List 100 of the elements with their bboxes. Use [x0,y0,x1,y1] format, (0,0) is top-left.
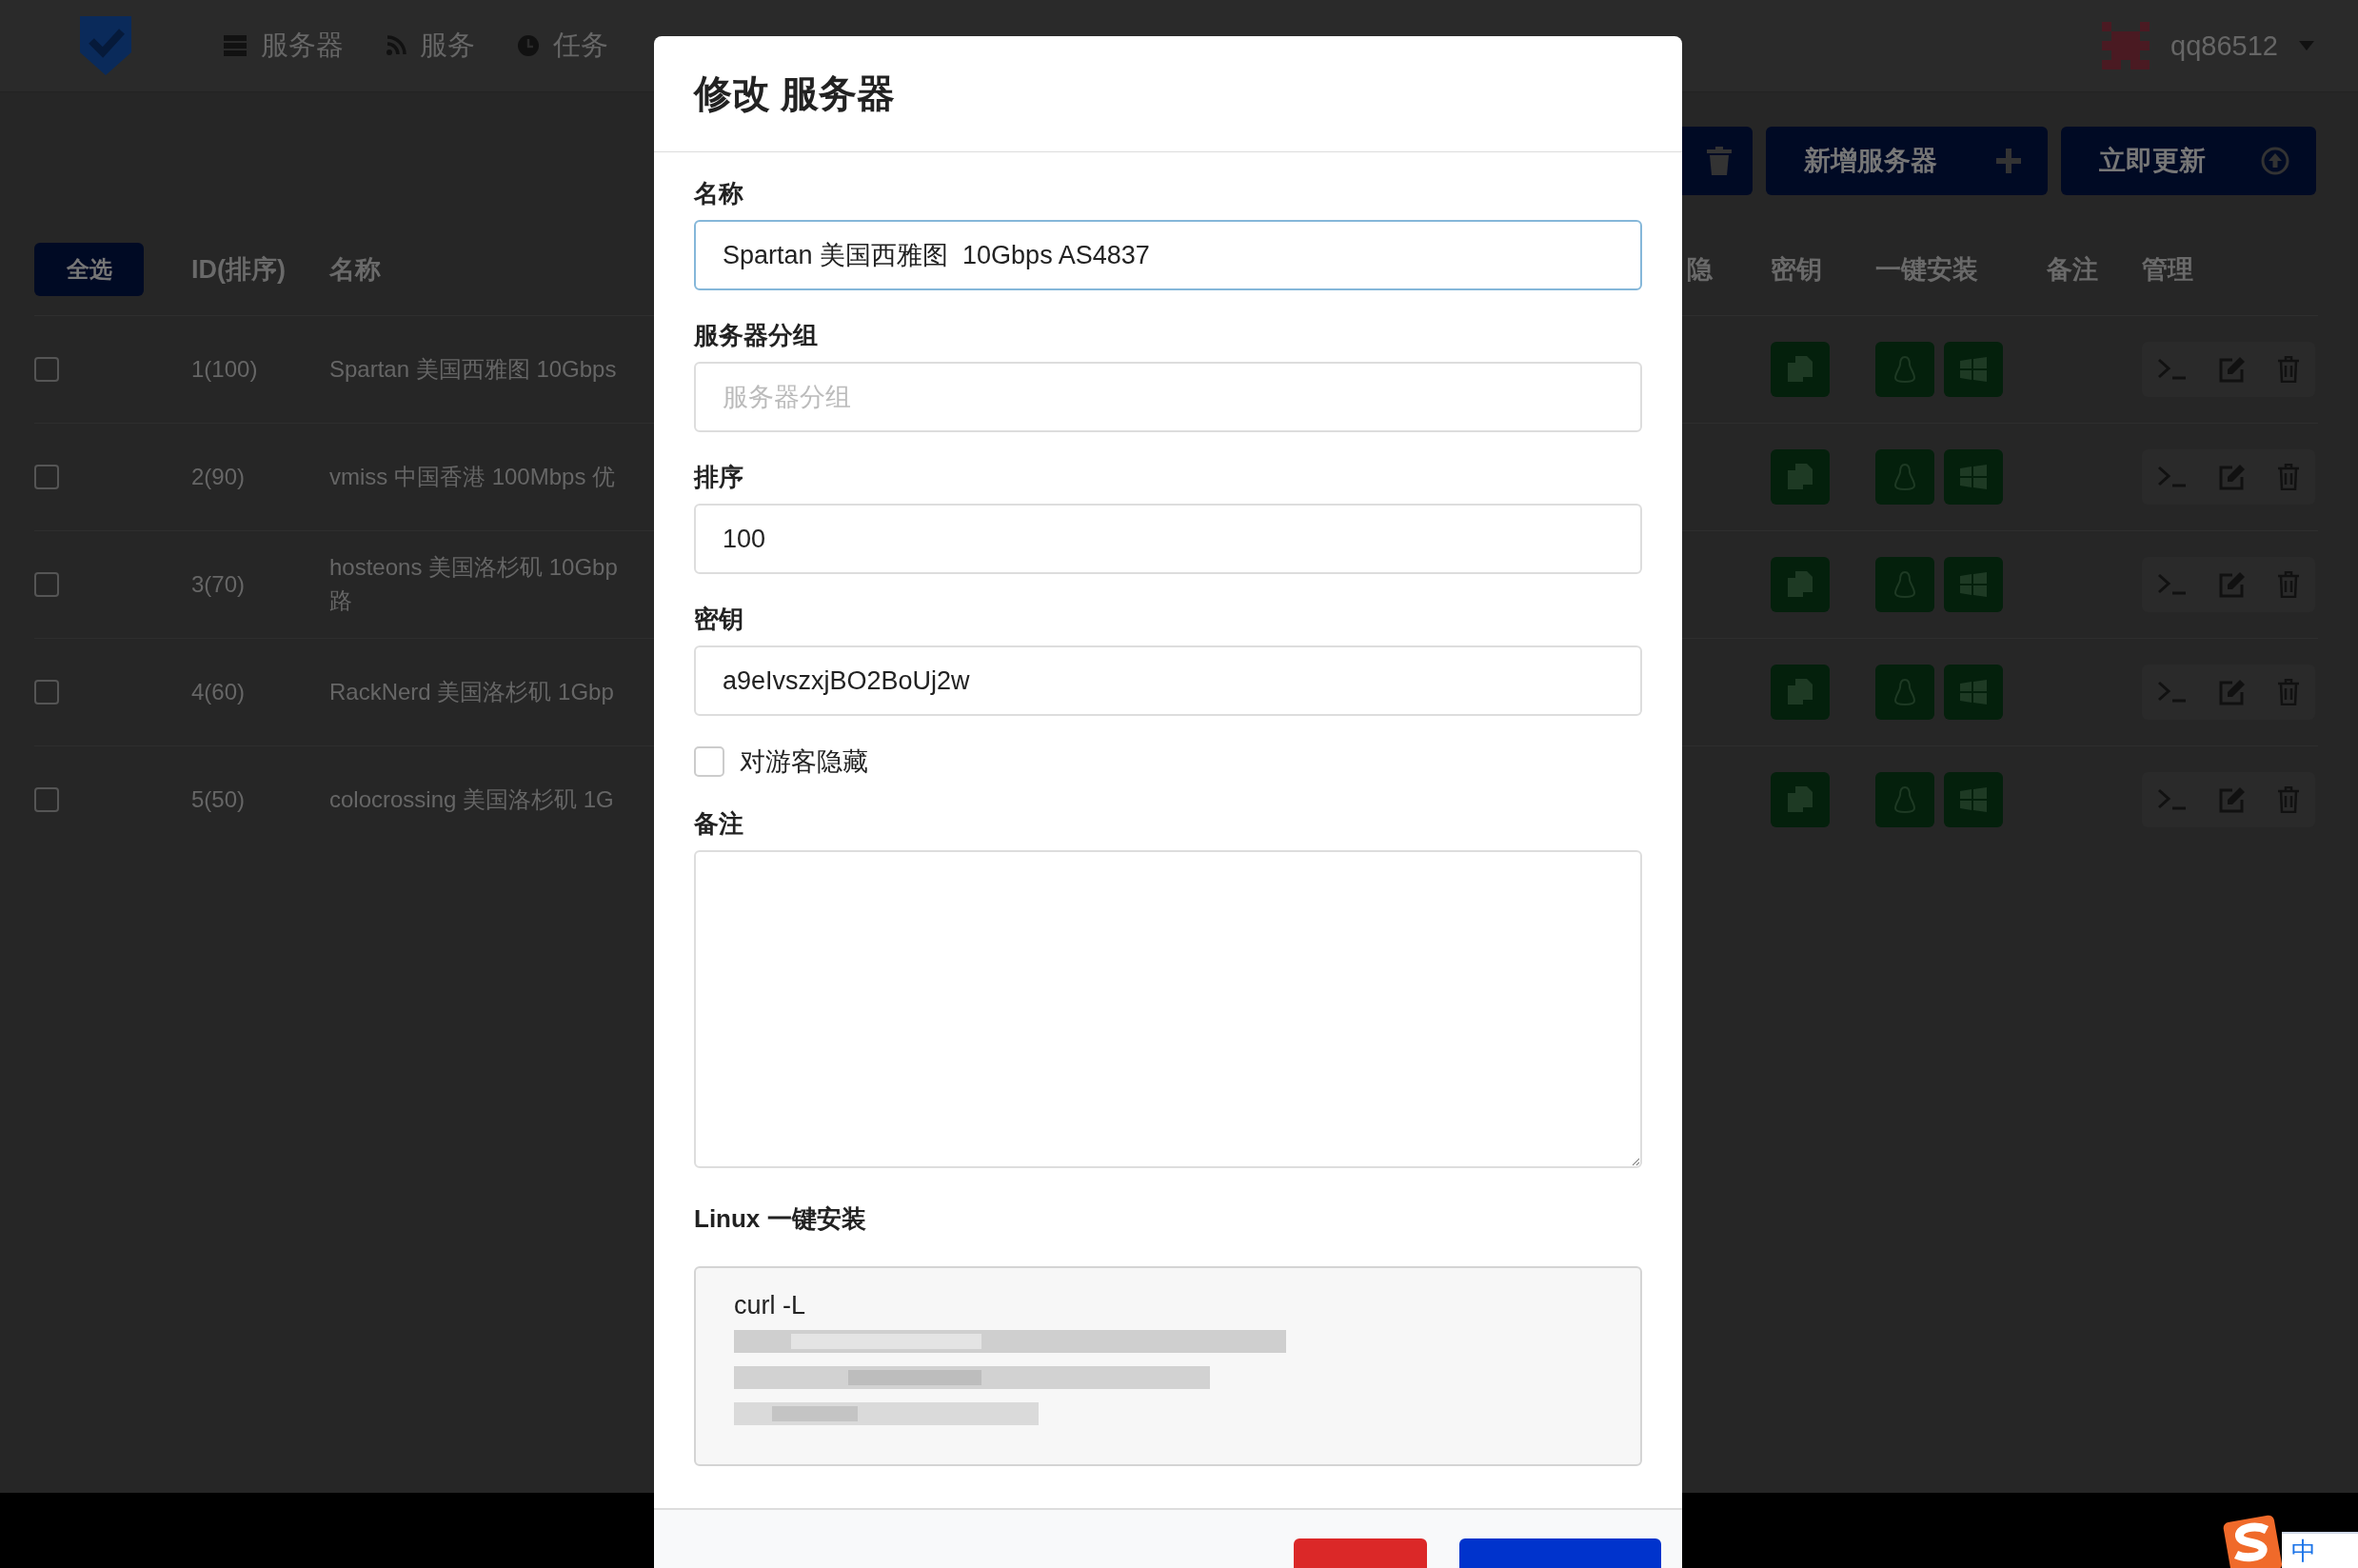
edit-icon [2219,356,2246,383]
edit-button[interactable] [2219,679,2246,705]
windows-icon [1960,572,1987,597]
row-checkbox[interactable] [34,787,59,812]
windows-install-button[interactable] [1944,665,2003,720]
edit-button[interactable] [2219,356,2246,383]
user-menu[interactable]: qq86512 [2096,21,2320,70]
plus-icon [1996,149,2021,173]
windows-install-button[interactable] [1944,449,2003,505]
linux-install-button[interactable] [1875,772,1934,827]
field-label: 名称 [694,178,743,209]
id-cell: 5(50) [191,786,246,813]
copy-icon [1788,679,1813,705]
terminal-button[interactable] [2157,358,2189,381]
edit-button[interactable] [2219,571,2246,598]
id-cell: 2(90) [191,464,246,490]
nav-item[interactable]: 服务 [365,0,496,91]
trash-icon [2276,786,2300,813]
copy-key-button[interactable] [1771,342,1830,397]
add-button[interactable]: 新增服务器 [1766,127,2048,195]
column-header: 名称 [329,254,381,286]
copy-key-button[interactable] [1771,772,1830,827]
windows-install-button[interactable] [1944,557,2003,612]
field-label: 密钥 [694,604,743,635]
server-icon [223,34,248,57]
windows-icon [1960,357,1987,382]
windows-install-button[interactable] [1944,772,2003,827]
edit-icon [2219,786,2246,813]
trash-icon [2276,571,2300,598]
server-name: hosteons 美国洛杉矶 10Gbp [329,553,618,583]
windows-icon [1960,465,1987,489]
text-input[interactable]: a9eIvszxjBO2BoUj2w [694,645,1642,716]
row-checkbox[interactable] [34,572,59,597]
field-label: 服务器分组 [694,320,818,351]
edit-button[interactable] [2219,464,2246,490]
update-button[interactable]: 立即更新 [2061,127,2316,195]
terminal-icon [2157,466,2189,488]
checkbox-label: 对游客隐藏 [740,746,868,778]
column-header: ID(排序) [191,254,286,286]
column-header: 隐 [1687,254,1713,286]
terminal-button[interactable] [2157,466,2189,488]
text-input[interactable]: Spartan 美国西雅图 10Gbps AS4837 [694,220,1642,290]
trash-icon [1707,147,1732,175]
edit-icon [2219,679,2246,705]
copy-icon [1788,571,1813,598]
ime-mode-indicator[interactable]: 中 [2282,1532,2358,1568]
edit-icon [2219,464,2246,490]
arrow-up-circle-icon [2261,147,2289,175]
linux-install-button[interactable] [1875,449,1934,505]
caret-icon [2299,41,2314,50]
server-name: vmiss 中国香港 100Mbps 优 [329,462,616,491]
terminal-button[interactable] [2157,788,2189,811]
terminal-button[interactable] [2157,681,2189,704]
copy-key-button[interactable] [1771,557,1830,612]
penguin-icon [1894,356,1915,383]
text-input[interactable]: 服务器分组 [694,362,1642,432]
copy-key-button[interactable] [1771,665,1830,720]
edit-button[interactable] [2219,786,2246,813]
copy-icon [1788,786,1813,813]
row-checkbox[interactable] [34,465,59,489]
copy-key-button[interactable] [1771,449,1830,505]
linux-install-button[interactable] [1875,342,1934,397]
trash-icon [2276,356,2300,383]
windows-install-button[interactable] [1944,342,2003,397]
column-header: 备注 [2047,254,2098,286]
row-checkbox[interactable] [34,680,59,705]
windows-icon [1960,680,1987,705]
linux-install-button[interactable] [1875,665,1934,720]
note-textarea[interactable] [694,850,1642,1168]
penguin-icon [1894,464,1915,490]
avatar-icon [2102,22,2150,69]
id-cell: 1(100) [191,356,258,383]
field-label: 排序 [694,462,743,493]
id-cell: 4(60) [191,679,246,705]
terminal-icon [2157,681,2189,704]
terminal-icon [2157,358,2189,381]
field-label: Linux 一键安装 [694,1203,866,1235]
select-all-button[interactable]: 全选 [34,243,144,296]
edit-icon [2219,571,2246,598]
id-cell: 3(70) [191,571,246,598]
windows-icon [1960,787,1987,812]
row-checkbox[interactable] [34,357,59,382]
checkbox[interactable] [694,746,724,777]
column-header: 密钥 [1771,254,1822,286]
dialog-title: 修改 服务器 [694,71,896,116]
trash-icon [2276,464,2300,490]
copy-icon [1788,464,1813,490]
copy-icon [1788,356,1813,383]
server-name: RackNerd 美国洛杉矶 1Gbp [329,677,614,706]
terminal-icon [2157,788,2189,811]
terminal-icon [2157,573,2189,596]
linux-install-button[interactable] [1875,557,1934,612]
nav-item[interactable]: 任务 [496,0,629,91]
clock-icon [517,34,540,57]
penguin-icon [1894,786,1915,813]
terminal-button[interactable] [2157,573,2189,596]
text-input[interactable]: 100 [694,504,1642,574]
nav-item[interactable]: 服务器 [202,0,365,91]
column-header: 一键安装 [1875,254,1978,286]
penguin-icon [1894,571,1915,598]
